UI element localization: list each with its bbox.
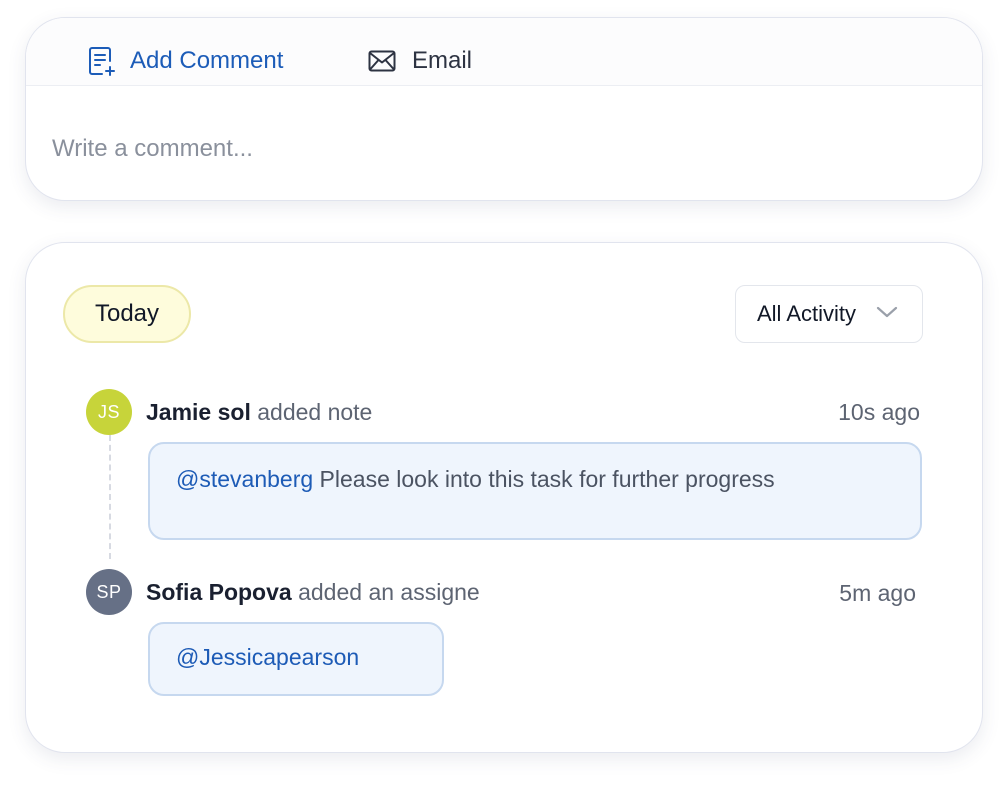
mail-icon [368, 50, 396, 72]
activity-entry-title: Sofia Popova added an assigne [146, 579, 480, 606]
actor-name[interactable]: Jamie sol [146, 399, 251, 425]
mention-link[interactable]: @stevanberg [176, 466, 313, 492]
activity-filter-dropdown[interactable]: All Activity [735, 285, 923, 343]
note-text: Please look into this task for further p… [319, 466, 775, 492]
composer-tab-bar: Add Comment Email [26, 18, 982, 86]
activity-entry-title: Jamie sol added note [146, 399, 372, 426]
activity-filter-label: All Activity [757, 301, 857, 326]
timestamp: 10s ago [838, 399, 920, 425]
tab-add-comment-label: Add Comment [130, 47, 284, 74]
note-bubble: @stevanberg Please look into this task f… [148, 442, 922, 540]
mention-link[interactable]: @Jessicapearson [176, 644, 359, 670]
activity-feed: Today All Activity JS Jamie sol added no… [25, 242, 983, 753]
add-note-icon [88, 46, 116, 76]
date-group-badge: Today [63, 285, 191, 343]
tab-add-comment[interactable]: Add Comment [88, 46, 283, 76]
timeline-connector [109, 435, 111, 559]
activity-action: added note [257, 399, 373, 425]
assignee-bubble: @Jessicapearson [148, 622, 444, 696]
timestamp: 5m ago [839, 580, 916, 606]
actor-name[interactable]: Sofia Popova [146, 579, 292, 605]
tab-email[interactable]: Email [368, 46, 472, 76]
comment-composer: Add Comment Email [25, 17, 983, 201]
avatar: JS [86, 389, 132, 435]
tab-email-label: Email [412, 47, 473, 74]
activity-action: added an assigne [298, 579, 480, 605]
avatar: SP [86, 569, 132, 615]
comment-input[interactable] [52, 132, 932, 166]
chevron-down-icon [856, 305, 898, 323]
